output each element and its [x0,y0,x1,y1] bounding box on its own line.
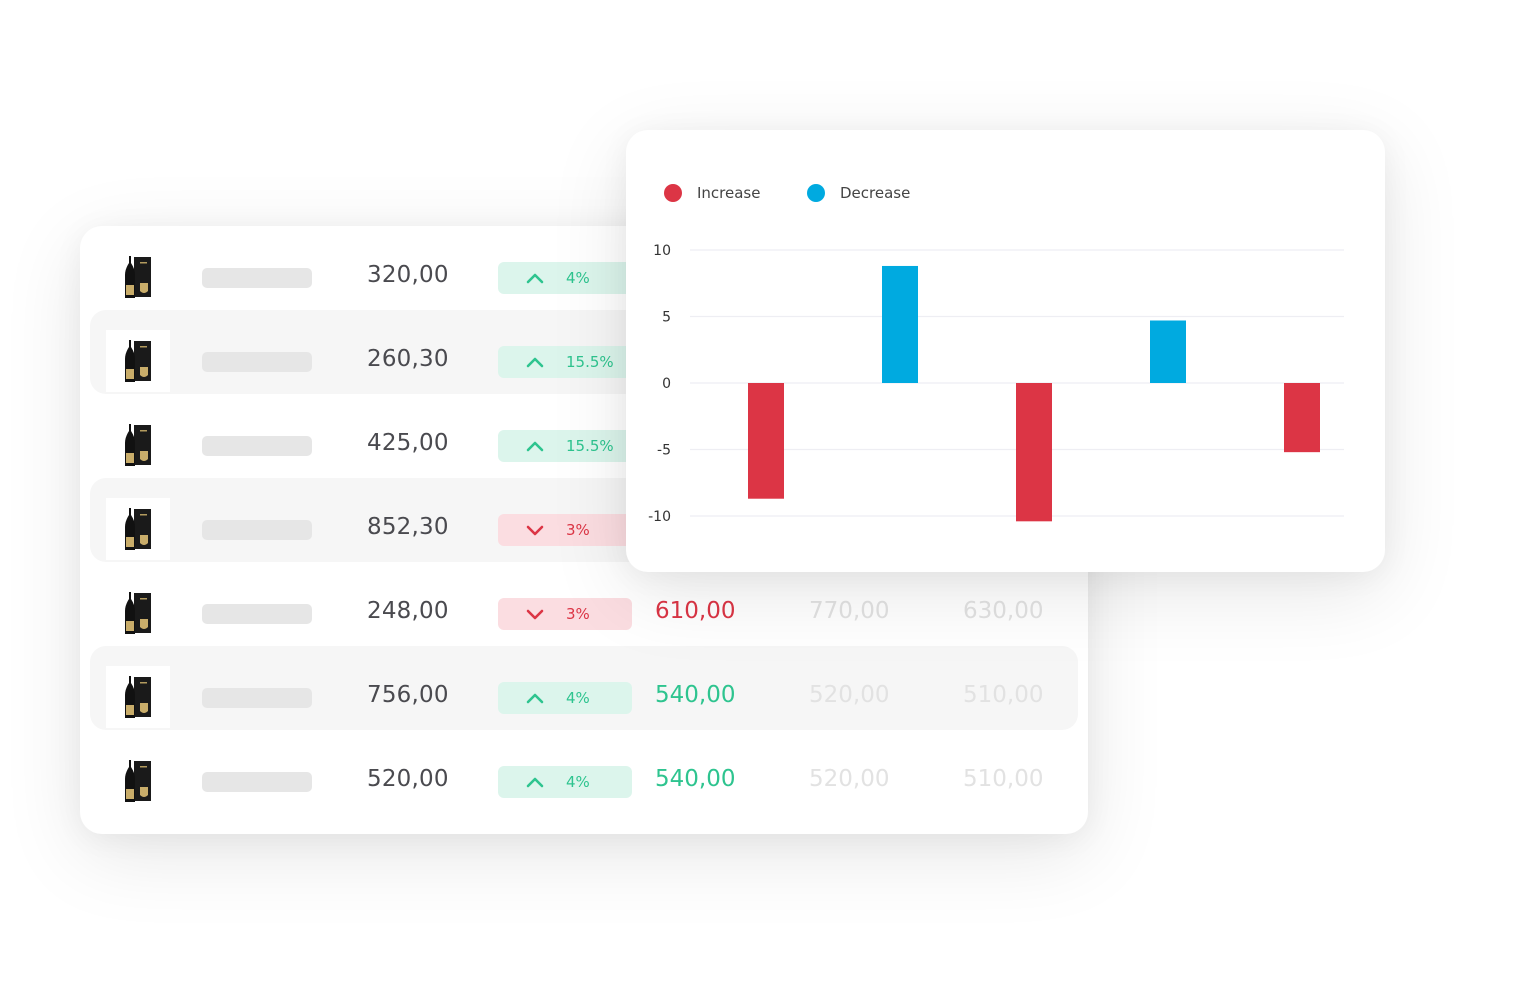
product-thumbnail [106,666,170,728]
product-name-placeholder [202,688,312,708]
change-badge: 15.5% [498,346,632,378]
bar-increase-3[interactable] [1016,383,1052,522]
price-value: 756,00 [367,682,449,708]
y-tick-label: 10 [653,243,671,259]
change-badge: 3% [498,514,632,546]
product-name-placeholder [202,520,312,540]
product-thumbnail [106,498,170,560]
new-value: 540,00 [655,766,736,792]
bar-chart: 10 5 0 -5 -10 [648,243,1344,525]
table-row[interactable]: 520,00 4% 540,00 520,00 510,00 [90,730,1078,814]
y-tick-label: 0 [662,376,671,392]
product-name-placeholder [202,604,312,624]
y-tick-label: -10 [648,509,671,525]
bar-decrease-4[interactable] [1150,320,1186,383]
price-value: 520,00 [367,766,449,792]
price-value: 425,00 [367,430,449,456]
previous-value-a: 520,00 [809,682,890,708]
price-value: 260,30 [367,346,449,372]
change-percent: 4% [566,773,590,791]
chart-card: Increase Decrease 10 5 0 -5 -10 [626,130,1385,572]
price-value: 852,30 [367,514,449,540]
product-name-placeholder [202,352,312,372]
change-badge: 4% [498,766,632,798]
product-thumbnail [106,330,170,392]
product-thumbnail [106,414,170,476]
bar-increase-1[interactable] [748,383,784,499]
change-badge: 3% [498,598,632,630]
previous-value-b: 630,00 [963,598,1044,624]
previous-value-a: 770,00 [809,598,890,624]
price-value: 248,00 [367,598,449,624]
change-percent: 4% [566,689,590,707]
bar-decrease-2[interactable] [882,265,918,383]
table-row[interactable]: 756,00 4% 540,00 520,00 510,00 [90,646,1078,730]
change-badge: 4% [498,682,632,714]
change-percent: 4% [566,269,590,287]
price-value: 320,00 [367,262,449,288]
bar-increase-5[interactable] [1284,383,1320,453]
product-name-placeholder [202,772,312,792]
change-badge: 4% [498,262,632,294]
previous-value-b: 510,00 [963,766,1044,792]
product-name-placeholder [202,268,312,288]
change-percent: 3% [566,521,590,539]
change-percent: 3% [566,605,590,623]
new-value: 610,00 [655,598,736,624]
new-value: 540,00 [655,682,736,708]
y-tick-label: 5 [662,310,671,326]
product-thumbnail [106,246,170,308]
previous-value-a: 520,00 [809,766,890,792]
previous-value-b: 510,00 [963,682,1044,708]
product-thumbnail [106,750,170,812]
table-row[interactable]: 248,00 3% 610,00 770,00 630,00 [90,562,1078,646]
product-name-placeholder [202,436,312,456]
change-percent: 15.5% [566,353,614,371]
y-tick-label: -5 [657,443,671,459]
product-thumbnail [106,582,170,644]
change-badge: 15.5% [498,430,632,462]
change-percent: 15.5% [566,437,614,455]
